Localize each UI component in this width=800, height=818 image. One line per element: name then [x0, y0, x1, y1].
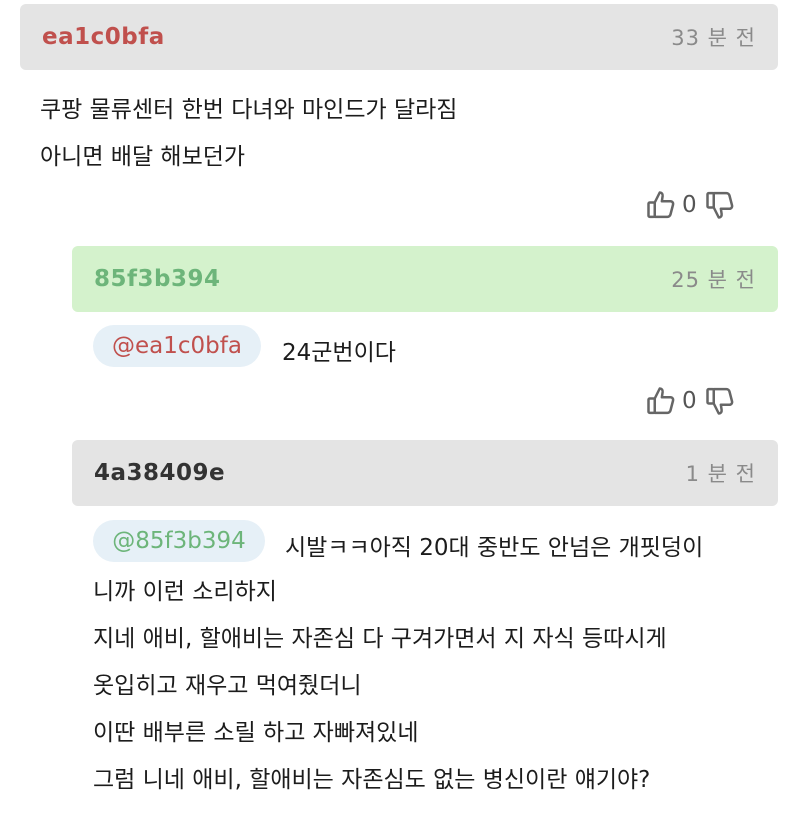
- mention-tag[interactable]: @ea1c0bfa: [93, 325, 261, 367]
- comment-header: 85f3b394 25 분 전: [72, 246, 778, 312]
- comment-text-line: 아니면 배달 해보던가: [40, 144, 246, 170]
- comment-text-line: 시발ㅋㅋ아직 20대 중반도 안넘은 개핏덩이: [285, 535, 704, 561]
- comment-username[interactable]: ea1c0bfa: [42, 24, 165, 50]
- comment-timestamp: 25 분 전: [671, 268, 756, 292]
- comment-timestamp: 33 분 전: [671, 26, 756, 50]
- thumbs-down-icon[interactable]: [705, 188, 735, 222]
- vote-bar: 0: [646, 188, 735, 222]
- comment-text-line: 24군번이다: [282, 340, 396, 366]
- comment-text-line: 니까 이런 소리하지: [93, 579, 277, 605]
- comment-timestamp: 1 분 전: [685, 462, 756, 486]
- comment-header: ea1c0bfa 33 분 전: [20, 4, 778, 70]
- comment-header: 4a38409e 1 분 전: [72, 440, 778, 506]
- thumbs-up-icon[interactable]: [646, 188, 676, 222]
- thumbs-up-icon[interactable]: [646, 384, 676, 418]
- mention-tag[interactable]: @85f3b394: [93, 520, 265, 562]
- comment-username[interactable]: 85f3b394: [94, 266, 221, 292]
- comment-text-line: 옷입히고 재우고 먹여줬더니: [93, 673, 362, 699]
- comment-username[interactable]: 4a38409e: [94, 460, 225, 486]
- like-count: 0: [682, 388, 697, 414]
- comment-text-line: 쿠팡 물류센터 한번 다녀와 마인드가 달라짐: [40, 97, 458, 123]
- vote-bar: 0: [646, 384, 735, 418]
- comment-text-line: 이딴 배부른 소릴 하고 자빠져있네: [93, 720, 419, 746]
- thumbs-down-icon[interactable]: [705, 384, 735, 418]
- comment-text-line: 지네 애비, 할애비는 자존심 다 구겨가면서 지 자식 등따시게: [93, 626, 667, 652]
- comment-text-line: 그럼 니네 애비, 할애비는 자존심도 없는 병신이란 얘기야?: [93, 767, 651, 793]
- like-count: 0: [682, 192, 697, 218]
